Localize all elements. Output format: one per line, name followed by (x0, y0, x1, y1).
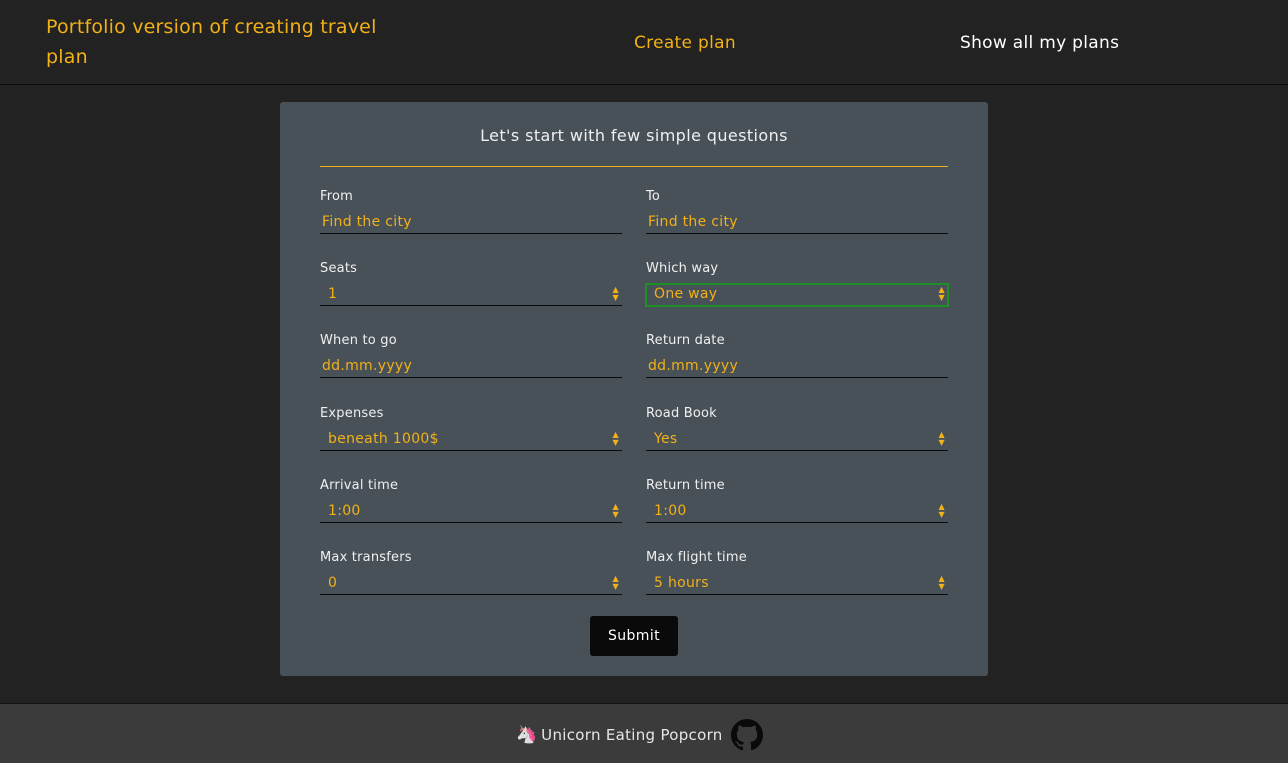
return-date-field: Return date dd.mm.yyyy (646, 332, 948, 378)
title-divider (320, 166, 948, 167)
to-field: To Find the city (646, 188, 948, 234)
github-icon[interactable] (730, 719, 763, 751)
top-navbar: Portfolio version of creating travel pla… (0, 0, 1288, 85)
max-flight-time-field: Max flight time 5 hours ▲ ▼ (646, 549, 948, 595)
select-arrows-icon: ▲ ▼ (612, 430, 619, 447)
which-way-select[interactable]: One way ▲ ▼ (645, 283, 949, 307)
max-flight-time-select[interactable]: 5 hours ▲ ▼ (646, 573, 948, 595)
from-input[interactable]: Find the city (320, 212, 622, 234)
footer-credit: 🦄 Unicorn Eating Popcorn (516, 719, 763, 751)
select-arrows-icon: ▲ ▼ (938, 502, 945, 519)
select-arrows-icon: ▲ ▼ (612, 285, 619, 302)
footer-text: Unicorn Eating Popcorn (541, 726, 723, 744)
select-arrows-icon: ▲ ▼ (612, 502, 619, 519)
return-date-label: Return date (646, 333, 725, 348)
nav-create-plan[interactable]: Create plan (634, 28, 736, 58)
expenses-value: beneath 1000$ (328, 431, 439, 447)
seats-select[interactable]: 1 ▲ ▼ (320, 284, 622, 306)
max-transfers-field: Max transfers 0 ▲ ▼ (320, 549, 622, 595)
from-label: From (320, 189, 354, 204)
return-date-input[interactable]: dd.mm.yyyy (646, 356, 948, 378)
return-time-label: Return time (646, 478, 725, 493)
road-book-field: Road Book Yes ▲ ▼ (646, 405, 948, 451)
road-book-value: Yes (654, 431, 678, 447)
to-label: To (646, 189, 661, 204)
arrival-time-select[interactable]: 1:00 ▲ ▼ (320, 501, 622, 523)
return-time-select[interactable]: 1:00 ▲ ▼ (646, 501, 948, 523)
expenses-field: Expenses beneath 1000$ ▲ ▼ (320, 405, 622, 451)
arrival-time-value: 1:00 (328, 503, 361, 519)
select-arrows-icon: ▲ ▼ (938, 574, 945, 591)
max-transfers-label: Max transfers (320, 550, 412, 565)
max-flight-time-label: Max flight time (646, 550, 747, 565)
which-way-label: Which way (646, 261, 719, 276)
when-to-go-label: When to go (320, 333, 397, 348)
unicorn-icon: 🦄 (516, 725, 538, 745)
footer: 🦄 Unicorn Eating Popcorn (0, 703, 1288, 763)
brand-title[interactable]: Portfolio version of creating travel pla… (46, 12, 396, 72)
from-field: From Find the city (320, 188, 622, 234)
road-book-label: Road Book (646, 406, 717, 421)
form-title: Let's start with few simple questions (480, 126, 788, 145)
submit-button[interactable]: Submit (590, 616, 678, 656)
arrival-time-label: Arrival time (320, 478, 399, 493)
max-flight-time-value: 5 hours (654, 575, 709, 591)
road-book-select[interactable]: Yes ▲ ▼ (646, 429, 948, 451)
select-arrows-icon: ▲ ▼ (938, 430, 945, 447)
return-time-value: 1:00 (654, 503, 687, 519)
seats-label: Seats (320, 261, 358, 276)
select-arrows-icon: ▲ ▼ (612, 574, 619, 591)
select-arrows-icon: ▲ ▼ (938, 285, 945, 302)
to-input[interactable]: Find the city (646, 212, 948, 234)
max-transfers-value: 0 (328, 575, 338, 591)
expenses-select[interactable]: beneath 1000$ ▲ ▼ (320, 429, 622, 451)
arrival-time-field: Arrival time 1:00 ▲ ▼ (320, 477, 622, 523)
when-to-go-input[interactable]: dd.mm.yyyy (320, 356, 622, 378)
return-time-field: Return time 1:00 ▲ ▼ (646, 477, 948, 523)
expenses-label: Expenses (320, 406, 384, 421)
which-way-value: One way (654, 286, 718, 302)
which-way-field: Which way One way ▲ ▼ (645, 260, 949, 307)
when-to-go-field: When to go dd.mm.yyyy (320, 332, 622, 378)
seats-value: 1 (328, 286, 338, 302)
nav-show-all-plans[interactable]: Show all my plans (960, 28, 1119, 58)
travel-plan-form: Let's start with few simple questions Fr… (280, 102, 988, 676)
max-transfers-select[interactable]: 0 ▲ ▼ (320, 573, 622, 595)
seats-field: Seats 1 ▲ ▼ (320, 260, 622, 306)
